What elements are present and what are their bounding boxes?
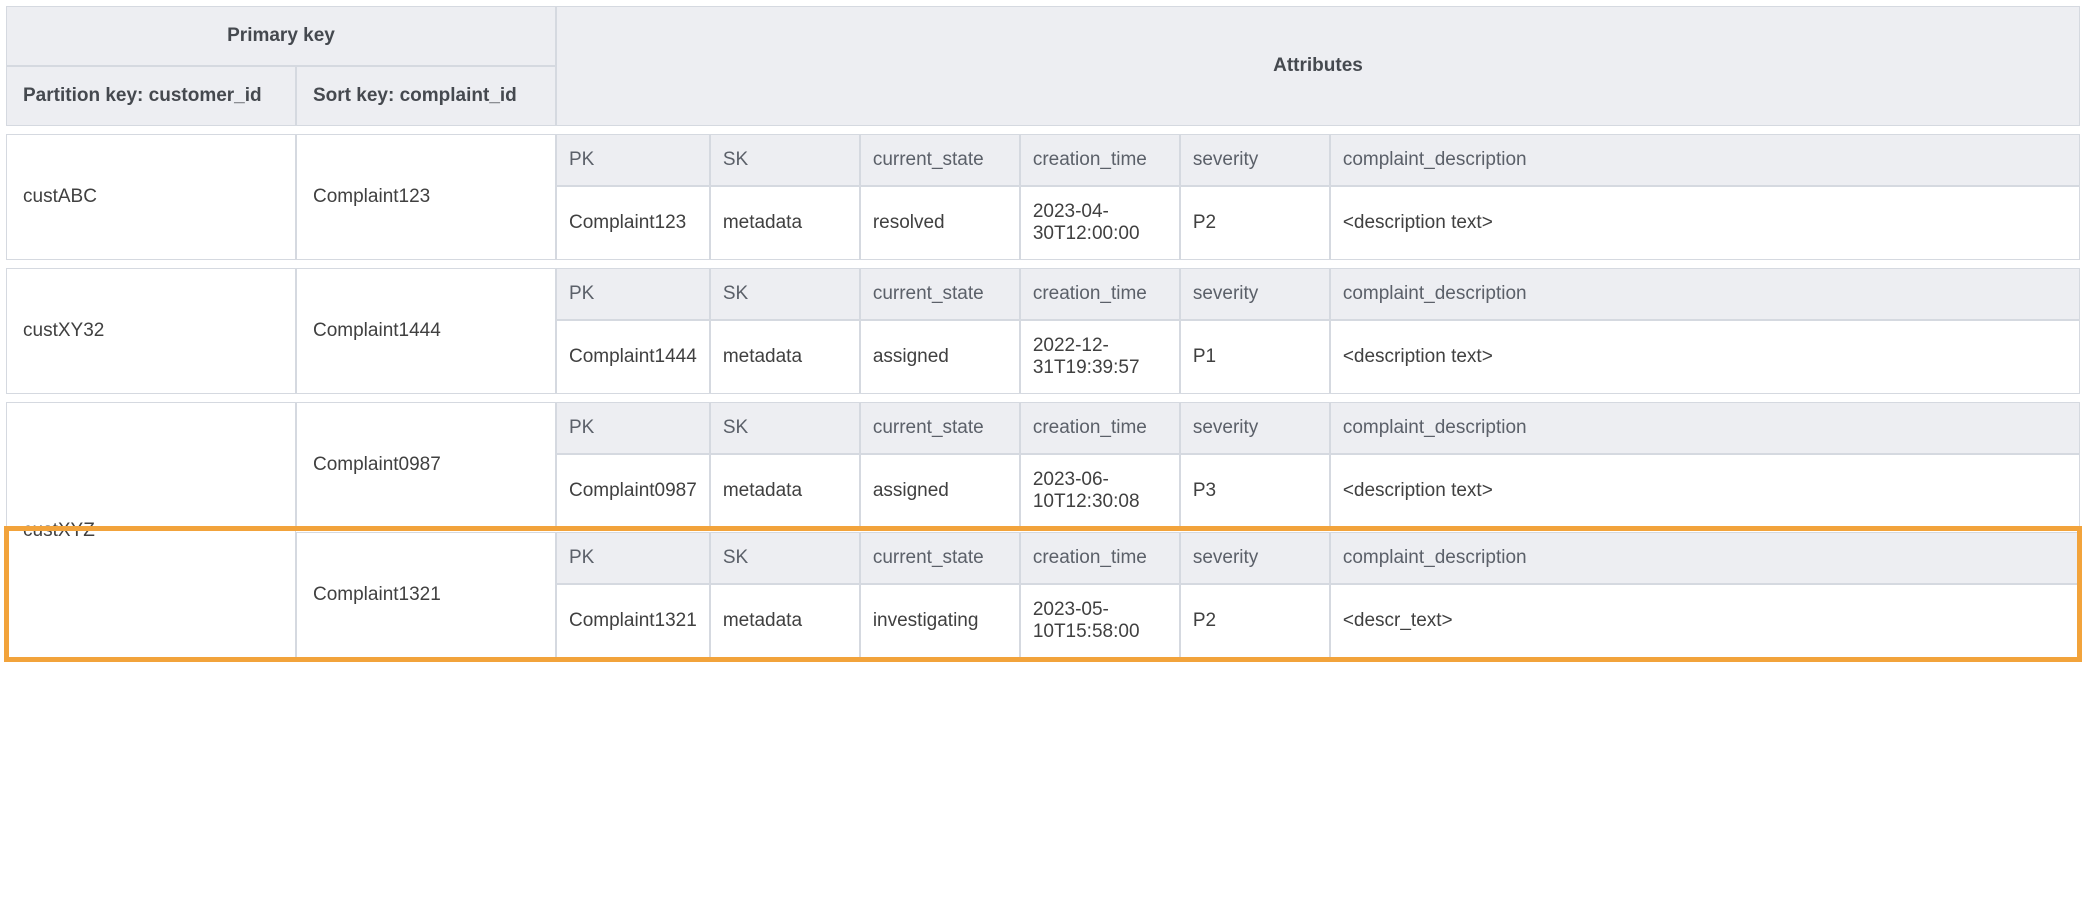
table-row: custABC Complaint123 PK SK current_state… xyxy=(6,134,2080,186)
severity-value: P2 xyxy=(1180,584,1330,658)
attr-col-description: complaint_description xyxy=(1330,532,2080,584)
attr-col-creation-time: creation_time xyxy=(1020,402,1180,454)
primary-key-header: Primary key xyxy=(6,6,556,66)
description-value: <description text> xyxy=(1330,454,2080,528)
sk-value: metadata xyxy=(710,320,860,394)
attr-col-current-state: current_state xyxy=(860,532,1020,584)
attr-col-creation-time: creation_time xyxy=(1020,268,1180,320)
table-row: custXY32 Complaint1444 PK SK current_sta… xyxy=(6,268,2080,320)
severity-value: P2 xyxy=(1180,186,1330,260)
severity-value: P1 xyxy=(1180,320,1330,394)
sort-key-cell: Complaint1444 xyxy=(296,268,556,394)
attr-col-pk: PK xyxy=(556,532,710,584)
sort-key-cell: Complaint123 xyxy=(296,134,556,260)
pk-value: Complaint1444 xyxy=(556,320,710,394)
current-state-value: assigned xyxy=(860,454,1020,528)
sort-key-cell: Complaint1321 xyxy=(296,532,556,658)
creation-time-value: 2022-12-31T19:39:57 xyxy=(1020,320,1180,394)
attr-col-sk: SK xyxy=(710,532,860,584)
sk-value: metadata xyxy=(710,454,860,528)
attr-col-description: complaint_description xyxy=(1330,268,2080,320)
table-row: custXYZ Complaint0987 PK SK current_stat… xyxy=(6,402,2080,454)
attr-col-sk: SK xyxy=(710,402,860,454)
description-value: <description text> xyxy=(1330,186,2080,260)
attr-col-creation-time: creation_time xyxy=(1020,532,1180,584)
attr-col-description: complaint_description xyxy=(1330,402,2080,454)
table-header-row: Primary key Attributes xyxy=(6,6,2080,66)
description-value: <descr_text> xyxy=(1330,584,2080,658)
attr-col-current-state: current_state xyxy=(860,134,1020,186)
attr-col-severity: severity xyxy=(1180,268,1330,320)
partition-key-cell: custXY32 xyxy=(6,268,296,394)
attr-col-current-state: current_state xyxy=(860,268,1020,320)
attr-col-pk: PK xyxy=(556,134,710,186)
description-value: <description text> xyxy=(1330,320,2080,394)
creation-time-value: 2023-06-10T12:30:08 xyxy=(1020,454,1180,528)
creation-time-value: 2023-04-30T12:00:00 xyxy=(1020,186,1180,260)
attr-col-description: complaint_description xyxy=(1330,134,2080,186)
dynamodb-table-diagram: Primary key Attributes Partition key: cu… xyxy=(6,6,2080,658)
table-row: Complaint1321 PK SK current_state creati… xyxy=(6,532,2080,584)
pk-value: Complaint1321 xyxy=(556,584,710,658)
partition-key-cell: custABC xyxy=(6,134,296,260)
severity-value: P3 xyxy=(1180,454,1330,528)
attr-col-severity: severity xyxy=(1180,134,1330,186)
current-state-value: assigned xyxy=(860,320,1020,394)
attr-col-current-state: current_state xyxy=(860,402,1020,454)
creation-time-value: 2023-05-10T15:58:00 xyxy=(1020,584,1180,658)
schema-table: Primary key Attributes Partition key: cu… xyxy=(6,6,2080,658)
attr-col-pk: PK xyxy=(556,402,710,454)
partition-key-cell: custXYZ xyxy=(6,402,296,658)
current-state-value: resolved xyxy=(860,186,1020,260)
attr-col-severity: severity xyxy=(1180,532,1330,584)
pk-value: Complaint0987 xyxy=(556,454,710,528)
current-state-value: investigating xyxy=(860,584,1020,658)
attr-col-creation-time: creation_time xyxy=(1020,134,1180,186)
attr-col-severity: severity xyxy=(1180,402,1330,454)
sort-key-cell: Complaint0987 xyxy=(296,402,556,528)
partition-key-header: Partition key: customer_id xyxy=(6,66,296,126)
sk-value: metadata xyxy=(710,584,860,658)
attributes-header: Attributes xyxy=(556,6,2080,126)
sort-key-header: Sort key: complaint_id xyxy=(296,66,556,126)
pk-value: Complaint123 xyxy=(556,186,710,260)
sk-value: metadata xyxy=(710,186,860,260)
attr-col-pk: PK xyxy=(556,268,710,320)
attr-col-sk: SK xyxy=(710,268,860,320)
attr-col-sk: SK xyxy=(710,134,860,186)
